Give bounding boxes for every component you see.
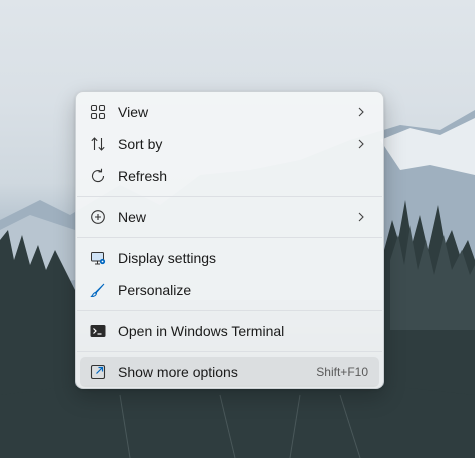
display-settings-icon: [91, 252, 106, 265]
menu-item-show-more-options[interactable]: Show more options Shift+F10: [80, 357, 379, 387]
terminal-icon: [90, 325, 106, 337]
brush-icon: [90, 283, 105, 298]
menu-item-label: View: [118, 104, 149, 120]
menu-separator: [77, 351, 382, 352]
menu-item-sort-by[interactable]: Sort by: [80, 129, 379, 159]
menu-separator: [77, 196, 382, 197]
chevron-right-icon: [358, 212, 364, 222]
menu-item-label: Personalize: [118, 282, 192, 298]
menu-separator: [77, 310, 382, 311]
menu-item-personalize[interactable]: Personalize: [80, 275, 379, 305]
desktop-context-menu: View Sort by Refresh New Display setting…: [75, 91, 384, 389]
show-more-icon: [90, 364, 106, 380]
menu-item-new[interactable]: New: [80, 202, 379, 232]
menu-item-display-settings[interactable]: Display settings: [80, 243, 379, 273]
chevron-right-icon: [358, 107, 364, 117]
menu-item-label: Open in Windows Terminal: [118, 323, 285, 339]
menu-item-label: Display settings: [118, 250, 217, 266]
menu-item-label: Refresh: [118, 168, 168, 184]
refresh-icon: [92, 168, 105, 183]
menu-item-refresh[interactable]: Refresh: [80, 161, 379, 191]
menu-separator: [77, 237, 382, 238]
new-plus-icon: [91, 210, 105, 224]
menu-item-label: Show more options: [118, 364, 238, 380]
menu-item-label: New: [118, 209, 147, 225]
sort-icon: [91, 137, 105, 151]
view-grid-icon: [90, 104, 106, 120]
menu-item-open-terminal[interactable]: Open in Windows Terminal: [80, 316, 379, 346]
menu-item-view[interactable]: View: [80, 97, 379, 127]
keyboard-shortcut: Shift+F10: [316, 365, 368, 379]
chevron-right-icon: [358, 139, 364, 149]
menu-item-label: Sort by: [118, 136, 163, 152]
